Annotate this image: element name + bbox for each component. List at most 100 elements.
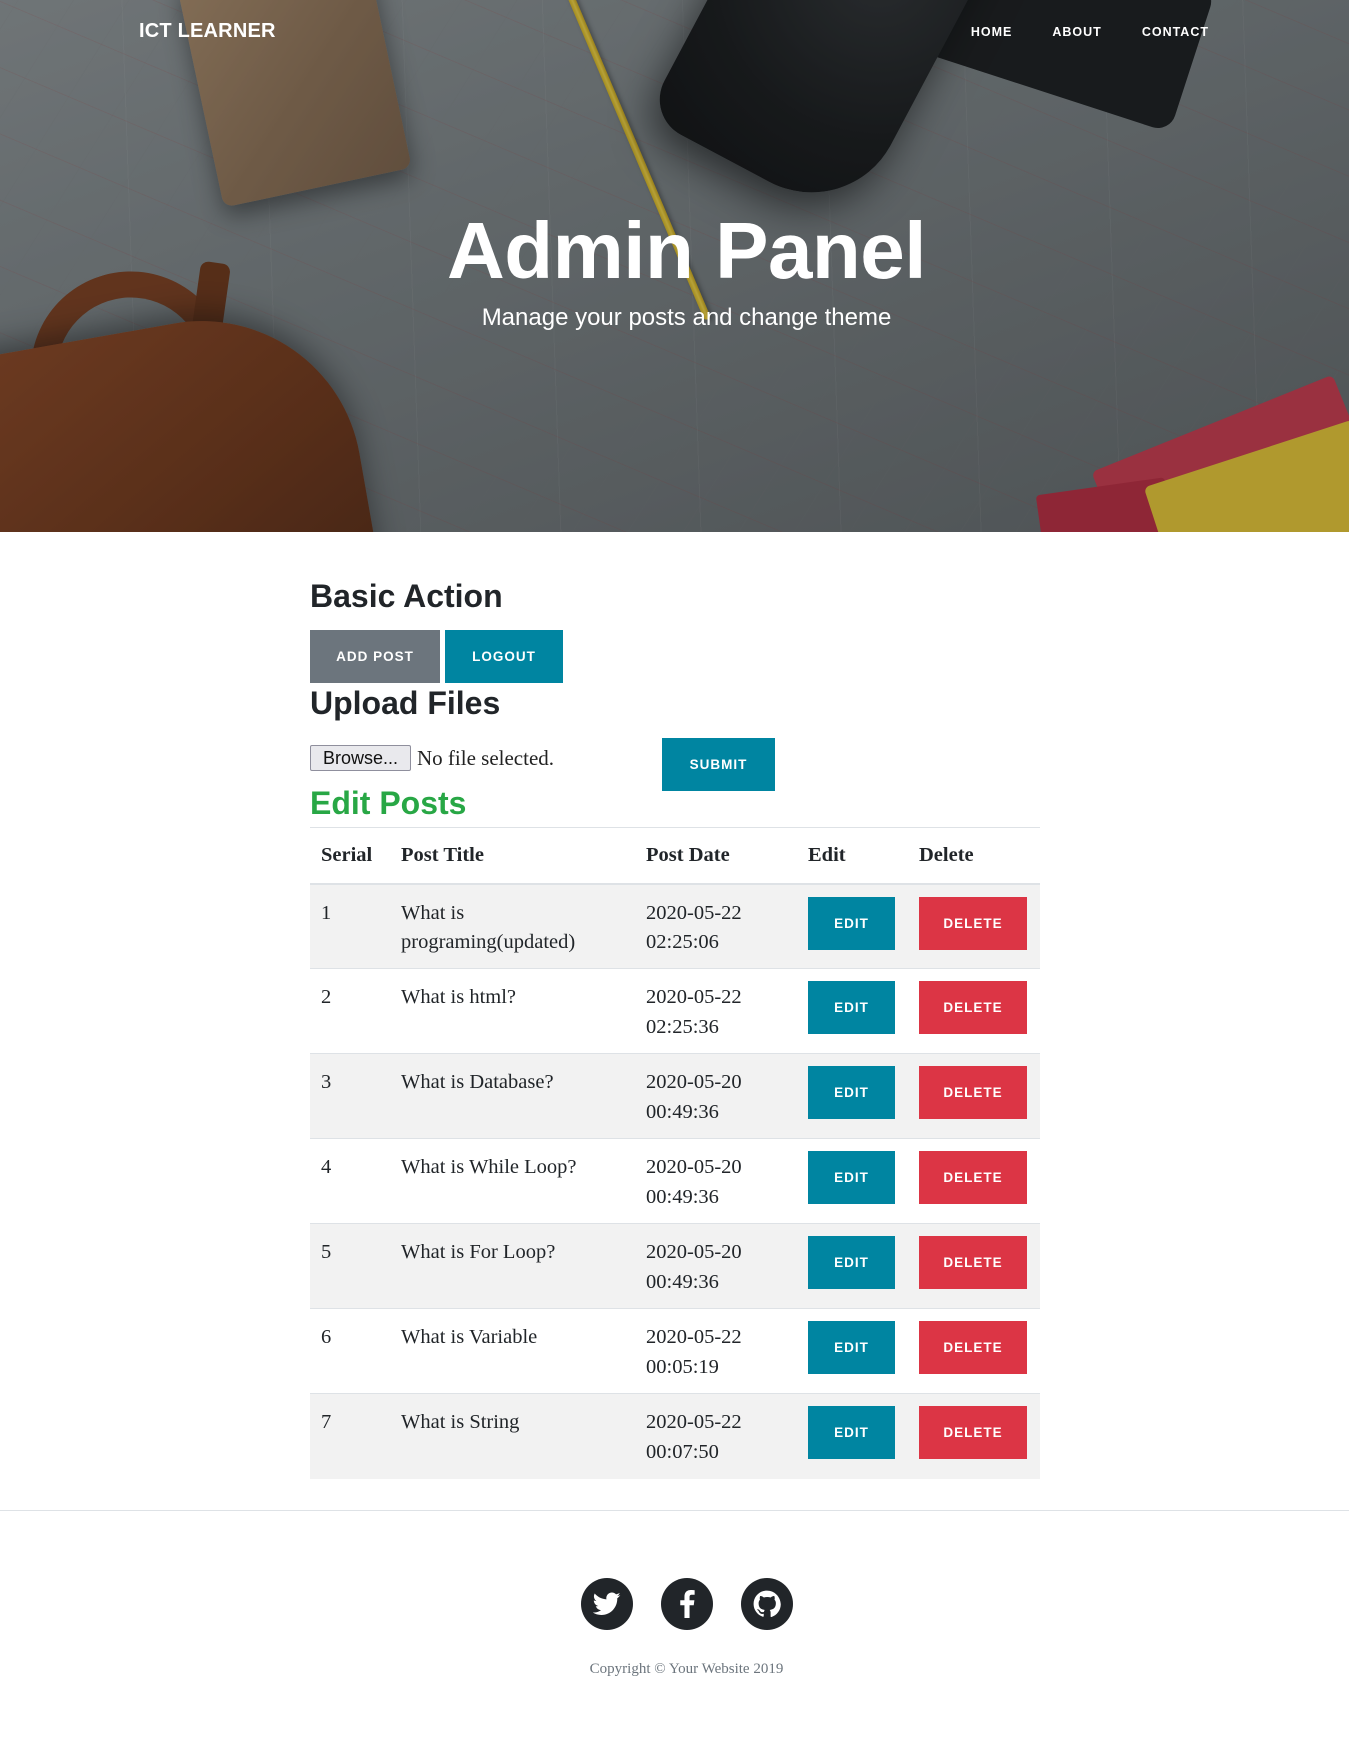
cell-delete: DELETE (908, 968, 1040, 1054)
twitter-link[interactable] (580, 1578, 633, 1630)
cell-serial: 1 (310, 883, 390, 969)
facebook-link[interactable] (660, 1578, 713, 1630)
cell-post-date: 2020-05-20 00:49:36 (635, 1053, 797, 1139)
edit-post-button[interactable]: EDIT (808, 1236, 895, 1289)
cell-edit: EDIT (797, 1223, 908, 1309)
cell-serial: 4 (310, 1138, 390, 1224)
facebook-icon (679, 1590, 695, 1618)
cell-post-date: 2020-05-20 00:49:36 (635, 1223, 797, 1309)
post-date-value: 2020-05-20 (646, 1241, 742, 1263)
post-time-value: 00:49:36 (646, 1100, 719, 1123)
edit-post-button[interactable]: EDIT (808, 981, 895, 1034)
posts-table-container: Serial Post Title Post Date Edit Delete … (310, 827, 1040, 1479)
page-title: Admin Panel (446, 206, 927, 295)
cell-delete: DELETE (908, 883, 1040, 969)
cell-edit: EDIT (797, 1308, 908, 1394)
table-row: 5 What is For Loop? 2020-05-20 00:49:36 E… (310, 1223, 1040, 1309)
cell-delete: DELETE (908, 1138, 1040, 1224)
delete-post-button[interactable]: DELETE (919, 1406, 1027, 1459)
basic-action-buttons: ADD POST LOGOUT (310, 630, 563, 683)
upload-files-heading: Upload Files (310, 685, 501, 721)
delete-post-button[interactable]: DELETE (919, 1151, 1027, 1204)
table-row: 7 What is String 2020-05-22 00:07:50 EDIT… (310, 1393, 1040, 1479)
nav-link-about[interactable]: ABOUT (1052, 25, 1101, 39)
edit-post-button[interactable]: EDIT (808, 1151, 895, 1204)
cell-post-title: What is While Loop? (390, 1138, 635, 1224)
social-links (0, 1578, 1349, 1630)
add-post-button[interactable]: ADD POST (310, 630, 440, 683)
file-upload-form: Browse... No file selected. SUBMIT (310, 738, 1040, 792)
hero-header: ICT LEARNER HOME ABOUT CONTACT Admin Pan… (0, 0, 1349, 532)
cell-edit: EDIT (797, 1393, 908, 1479)
post-time-value: 02:25:06 (646, 931, 719, 954)
post-date-value: 2020-05-22 (646, 901, 742, 924)
table-row: 4 What is While Loop? 2020-05-20 00:49:36… (310, 1138, 1040, 1224)
delete-post-button[interactable]: DELETE (919, 1321, 1027, 1374)
logout-button[interactable]: LOGOUT (445, 630, 563, 683)
cell-post-date: 2020-05-22 02:25:36 (635, 968, 797, 1054)
table-row: 3 What is Database? 2020-05-20 00:49:36 E… (310, 1053, 1040, 1139)
page-subtitle: Manage your posts and change theme (481, 304, 892, 331)
cell-delete: DELETE (908, 1308, 1040, 1394)
edit-posts-heading: Edit Posts (310, 785, 467, 821)
post-date-value: 2020-05-20 (646, 1156, 742, 1178)
cell-post-date: 2020-05-22 00:05:19 (635, 1308, 797, 1394)
delete-post-button[interactable]: DELETE (919, 1066, 1027, 1119)
table-row: 6 What is Variable 2020-05-22 00:05:19 ED… (310, 1308, 1040, 1394)
cell-edit: EDIT (797, 968, 908, 1054)
column-header-serial: Serial (310, 827, 390, 885)
post-time-value: 00:07:50 (646, 1440, 719, 1463)
github-link[interactable] (740, 1578, 793, 1630)
table-header-row: Serial Post Title Post Date Edit Delete (310, 827, 1040, 885)
copyright-text: Copyright © Your Website 2019 (589, 1661, 784, 1677)
cell-serial: 6 (310, 1308, 390, 1394)
cell-post-date: 2020-05-22 00:07:50 (635, 1393, 797, 1479)
cell-post-date: 2020-05-20 00:49:36 (635, 1138, 797, 1224)
column-header-delete: Delete (908, 827, 1040, 885)
column-header-post-title: Post Title (390, 827, 635, 885)
post-date-value: 2020-05-22 (646, 1411, 742, 1433)
posts-table: Serial Post Title Post Date Edit Delete … (310, 827, 1040, 1479)
post-time-value: 00:49:36 (646, 1185, 719, 1208)
submit-upload-button[interactable]: SUBMIT (662, 738, 775, 791)
cell-post-title: What is programing(updated) (390, 883, 635, 969)
cell-edit: EDIT (797, 1138, 908, 1224)
cell-post-title: What is Variable (390, 1308, 635, 1394)
delete-post-button[interactable]: DELETE (919, 896, 1027, 950)
cell-serial: 3 (310, 1053, 390, 1139)
footer-divider (0, 1510, 1349, 1511)
post-time-value: 00:49:36 (646, 1270, 719, 1293)
edit-post-button[interactable]: EDIT (808, 896, 895, 950)
admin-content: Basic Action ADD POST LOGOUT Upload File… (310, 578, 1040, 1479)
file-browse-button[interactable]: Browse... (310, 745, 411, 771)
table-row: 1 What is programing(updated) 2020-05-22… (310, 883, 1040, 969)
delete-post-button[interactable]: DELETE (919, 1236, 1027, 1289)
twitter-icon (592, 1592, 621, 1615)
column-header-post-date: Post Date (635, 827, 797, 885)
cell-serial: 7 (310, 1393, 390, 1479)
github-icon (753, 1590, 781, 1618)
edit-post-button[interactable]: EDIT (808, 1066, 895, 1119)
basic-action-heading: Basic Action (310, 578, 503, 614)
cell-edit: EDIT (797, 1053, 908, 1139)
edit-post-button[interactable]: EDIT (808, 1321, 895, 1374)
delete-post-button[interactable]: DELETE (919, 981, 1027, 1034)
cell-post-date: 2020-05-22 02:25:06 (635, 883, 797, 969)
nav-link-contact[interactable]: CONTACT (1142, 25, 1209, 39)
post-time-value: 02:25:36 (646, 1015, 719, 1038)
cell-serial: 2 (310, 968, 390, 1054)
main-nav: HOME ABOUT CONTACT (971, 25, 1209, 39)
cell-serial: 5 (310, 1223, 390, 1309)
cell-delete: DELETE (908, 1053, 1040, 1139)
cell-edit: EDIT (797, 883, 908, 969)
cell-delete: DELETE (908, 1393, 1040, 1479)
navbar-brand[interactable]: ICT LEARNER (139, 20, 276, 43)
cell-post-title: What is String (390, 1393, 635, 1479)
post-date-value: 2020-05-22 (646, 986, 742, 1008)
edit-post-button[interactable]: EDIT (808, 1406, 895, 1459)
table-row: 2 What is html? 2020-05-22 02:25:36 EDIT … (310, 968, 1040, 1054)
post-date-value: 2020-05-22 (646, 1326, 742, 1348)
cell-post-title: What is For Loop? (390, 1223, 635, 1309)
nav-link-home[interactable]: HOME (971, 25, 1013, 39)
post-date-value: 2020-05-20 (646, 1071, 742, 1093)
